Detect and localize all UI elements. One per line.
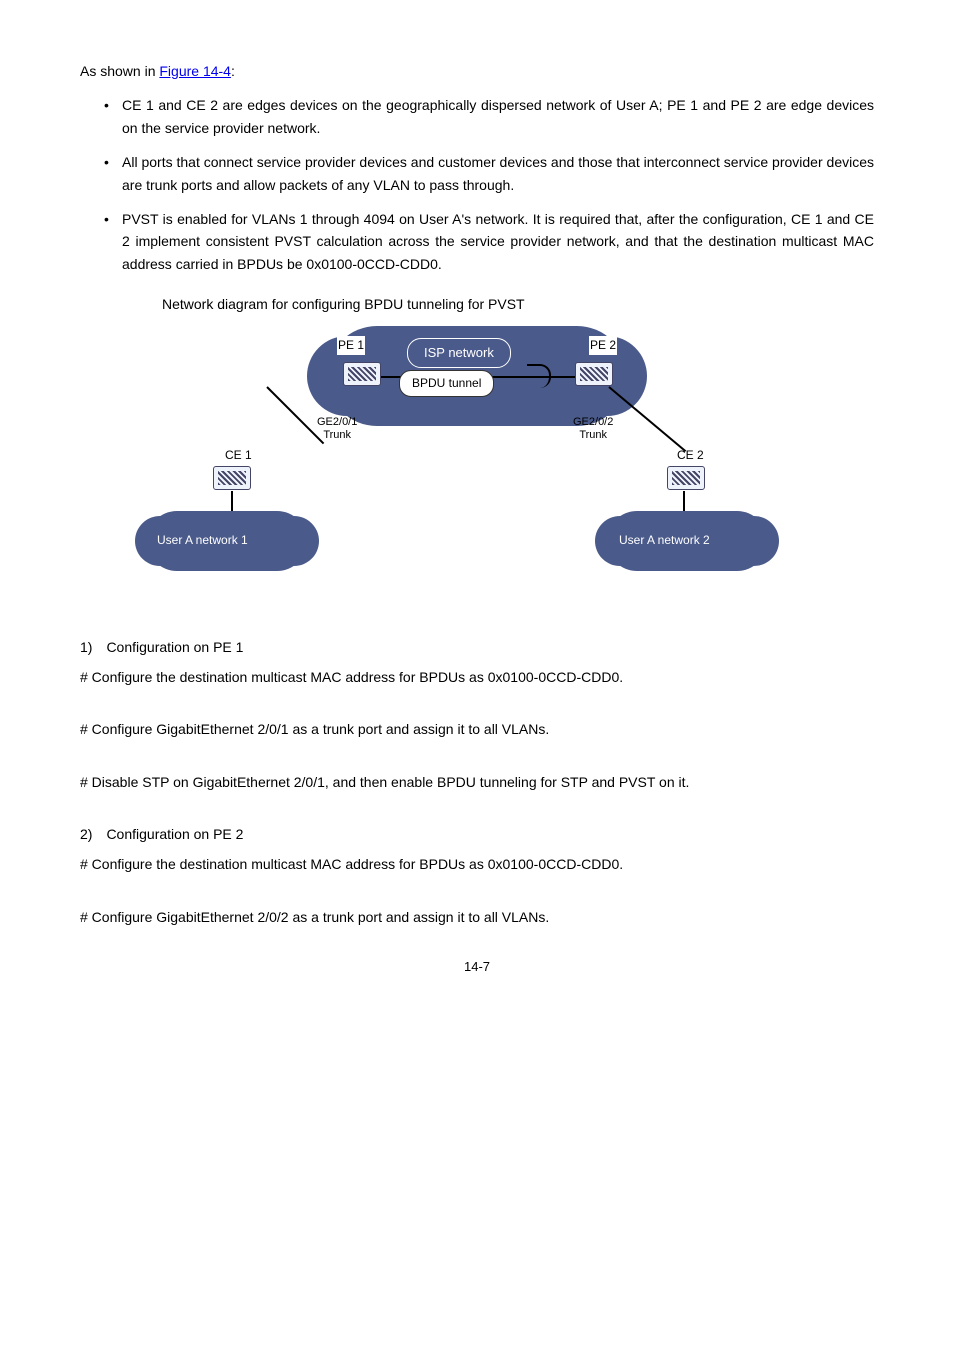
link-line: [608, 386, 686, 452]
tunnel-arc-icon: [527, 364, 551, 388]
step-text: # Configure GigabitEthernet 2/0/2 as a t…: [80, 906, 874, 928]
isp-label: ISP network: [407, 338, 511, 369]
figure-caption: Network diagram for configuring BPDU tun…: [162, 293, 874, 315]
list-item: All ports that connect service provider …: [104, 151, 874, 196]
pe2-label: PE 2: [589, 336, 617, 355]
pe1-label: PE 1: [337, 336, 365, 355]
switch-icon: [343, 362, 381, 386]
switch-icon: [575, 362, 613, 386]
list-item: CE 1 and CE 2 are edges devices on the g…: [104, 94, 874, 139]
bpdu-tunnel-label: BPDU tunnel: [399, 370, 494, 397]
intro-suffix: :: [231, 63, 235, 79]
ge1-trunk: Trunk: [323, 429, 351, 441]
user-a-network-1-label: User A network 1: [157, 531, 248, 550]
intro-prefix: As shown in: [80, 63, 159, 79]
list-item: PVST is enabled for VLANs 1 through 4094…: [104, 208, 874, 275]
ge2-port: GE2/0/2: [573, 416, 613, 428]
network-diagram: ISP network BPDU tunnel PE 1 PE 2 GE2/0/…: [177, 326, 777, 596]
step-text: # Configure the destination multicast MA…: [80, 666, 874, 688]
ge1-label: GE2/0/1 Trunk: [317, 416, 357, 442]
ge2-trunk: Trunk: [579, 429, 607, 441]
ce1-label: CE 1: [225, 446, 252, 465]
figure-link[interactable]: Figure 14-4: [159, 63, 231, 79]
intro-line: As shown in Figure 14-4:: [80, 60, 874, 82]
step-text: # Configure the destination multicast MA…: [80, 853, 874, 875]
ce2-label: CE 2: [677, 446, 704, 465]
ge2-label: GE2/0/2 Trunk: [573, 416, 613, 442]
switch-icon: [667, 466, 705, 490]
step-heading: 2) Configuration on PE 2: [80, 823, 874, 845]
page-number: 14-7: [80, 957, 874, 978]
switch-icon: [213, 466, 251, 490]
configuration-steps: 1) Configuration on PE 1 # Configure the…: [80, 636, 874, 929]
bullet-list: CE 1 and CE 2 are edges devices on the g…: [80, 94, 874, 275]
step-heading: 1) Configuration on PE 1: [80, 636, 874, 658]
step-text: # Configure GigabitEthernet 2/0/1 as a t…: [80, 718, 874, 740]
user-a-network-2-label: User A network 2: [619, 531, 710, 550]
step-text: # Disable STP on GigabitEthernet 2/0/1, …: [80, 771, 874, 793]
ge1-port: GE2/0/1: [317, 416, 357, 428]
